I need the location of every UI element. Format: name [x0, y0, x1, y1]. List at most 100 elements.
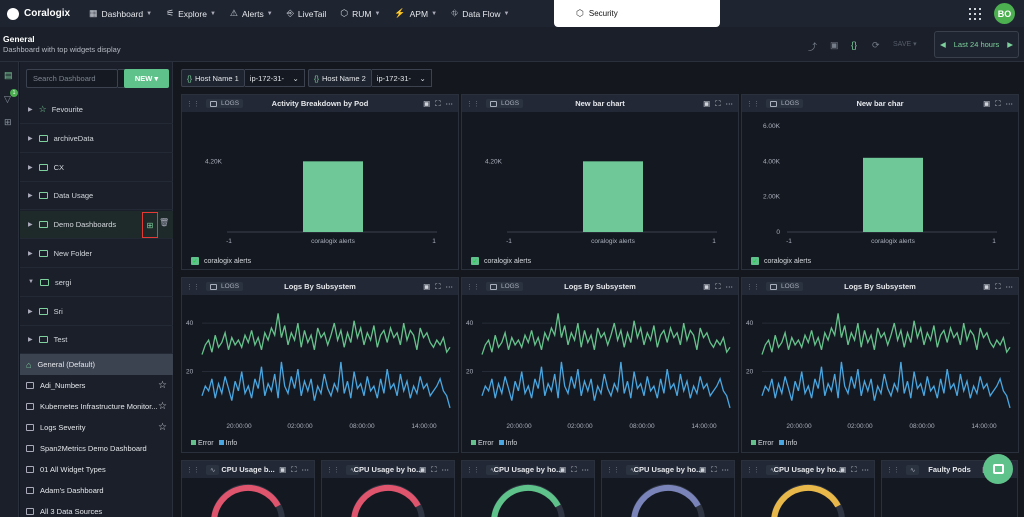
more-icon[interactable]: ⋯: [726, 99, 734, 109]
drag-handle-icon[interactable]: ⋮⋮: [886, 466, 900, 474]
chevron-right-icon[interactable]: ▶: [28, 336, 33, 343]
chart-legend[interactable]: ✓ coralogix alerts: [471, 257, 531, 265]
sidebar-folder[interactable]: ▶ Sri: [20, 298, 173, 326]
table-view-icon[interactable]: ▣: [559, 465, 566, 475]
next-range-icon[interactable]: ▶: [1007, 40, 1013, 49]
series-line-info[interactable]: [761, 361, 1011, 409]
variables-icon[interactable]: {}: [851, 40, 857, 50]
filter-value-select[interactable]: ip-172-31- ⌄: [371, 69, 432, 87]
save-button[interactable]: SAVE ▾: [893, 40, 917, 48]
nav-item-rum[interactable]: ⬡ RUM ▼: [340, 8, 380, 19]
legend-item[interactable]: Info: [218, 440, 237, 447]
table-view-icon[interactable]: ▣: [983, 282, 990, 292]
more-icon[interactable]: ⋯: [726, 282, 734, 292]
sidebar-dashboard-item[interactable]: Kubernetes Infrastructure Monitor... ☆: [20, 396, 173, 417]
trash-icon[interactable]: 🗑︎: [159, 218, 169, 227]
chevron-right-icon[interactable]: ▶: [28, 106, 33, 113]
widget[interactable]: ⋮⋮ ∿ CPU Usage by ho... ▣ ⛶ ⋯: [601, 460, 735, 517]
widget[interactable]: ⋮⋮ LOGS Logs By Subsystem ▣ ⛶ ⋯ 40 20 20:00:00 02…: [741, 277, 1019, 453]
coralogix-logo[interactable]: Coralogix: [7, 7, 89, 20]
fullscreen-icon[interactable]: ⛶: [435, 282, 440, 292]
star-icon[interactable]: ☆: [158, 380, 167, 391]
sidebar-folder[interactable]: ▼ sergi: [20, 269, 173, 297]
bar-coralogix-alerts[interactable]: [863, 157, 923, 232]
table-view-icon[interactable]: ▣: [419, 465, 426, 475]
widget[interactable]: ⋮⋮ LOGS Logs By Subsystem ▣ ⛶ ⋯ 40 20 20:00:00 02…: [181, 277, 459, 453]
fullscreen-icon[interactable]: ⛶: [995, 99, 1000, 109]
chevron-right-icon[interactable]: ▶: [28, 192, 33, 199]
drag-handle-icon[interactable]: ⋮⋮: [466, 100, 480, 108]
chevron-right-icon[interactable]: ▶: [28, 308, 33, 315]
series-line-error[interactable]: [481, 313, 731, 355]
export-icon[interactable]: ▣: [830, 40, 839, 51]
fullscreen-icon[interactable]: ⛶: [711, 465, 716, 475]
fullscreen-icon[interactable]: ⛶: [715, 99, 720, 109]
table-view-icon[interactable]: ▣: [983, 99, 990, 109]
more-icon[interactable]: ⋯: [446, 99, 454, 109]
drag-handle-icon[interactable]: ⋮⋮: [746, 466, 760, 474]
widget[interactable]: ⋮⋮ ∿ CPU Usage by ho... ▣ ⛶ ⋯: [321, 460, 455, 517]
sidebar-folder[interactable]: ▶ ☆ Fevourite: [20, 96, 173, 124]
sidebar-dashboard-item[interactable]: Adi_Numbers ☆: [20, 375, 173, 396]
share-icon[interactable]: ⤴: [808, 40, 817, 53]
prev-range-icon[interactable]: ◀: [940, 40, 946, 49]
chart-legend[interactable]: Error Info: [191, 440, 237, 447]
variable-filter-1[interactable]: {} Host Name 1 ip-172-31- ⌄: [181, 69, 305, 87]
dashboards-list-icon[interactable]: ▤: [4, 70, 13, 81]
chevron-right-icon[interactable]: ▶: [28, 221, 33, 228]
drag-handle-icon[interactable]: ⋮⋮: [326, 466, 340, 474]
legend-item[interactable]: Error: [191, 440, 214, 447]
more-icon[interactable]: ⋯: [722, 465, 730, 475]
legend-item[interactable]: Info: [498, 440, 517, 447]
fullscreen-icon[interactable]: ⛶: [995, 282, 1000, 292]
sidebar-folder[interactable]: ▶ archiveData: [20, 125, 173, 153]
sidebar-dashboard-item[interactable]: Span2Metrics Demo Dashboard: [20, 438, 173, 459]
table-view-icon[interactable]: ▣: [699, 465, 706, 475]
widget[interactable]: ⋮⋮ ∿ CPU Usage b... ▣ ⛶ ⋯: [181, 460, 315, 517]
more-icon[interactable]: ⋯: [582, 465, 590, 475]
fullscreen-icon[interactable]: ⛶: [715, 282, 720, 292]
checkbox-icon[interactable]: ✓: [471, 257, 479, 265]
checkbox-icon[interactable]: ✓: [751, 257, 759, 265]
new-button[interactable]: NEW ▾: [124, 69, 169, 88]
sidebar-dashboard-item[interactable]: Adam's Dashboard: [20, 480, 173, 501]
fullscreen-icon[interactable]: ⛶: [291, 465, 296, 475]
drag-handle-icon[interactable]: ⋮⋮: [466, 466, 480, 474]
chart-legend[interactable]: Error Info: [471, 440, 517, 447]
nav-item-apm[interactable]: ⚡ APM ▼: [394, 8, 437, 19]
star-icon[interactable]: ☆: [158, 422, 167, 433]
fullscreen-icon[interactable]: ⛶: [571, 465, 576, 475]
series-line-error[interactable]: [761, 313, 1011, 355]
more-icon[interactable]: ⋯: [1006, 282, 1014, 292]
chevron-right-icon[interactable]: ▶: [28, 164, 33, 171]
filter-value-select[interactable]: ip-172-31- ⌄: [244, 69, 305, 87]
drag-handle-icon[interactable]: ⋮⋮: [746, 283, 760, 291]
chart-legend[interactable]: ✓ coralogix alerts: [191, 257, 251, 265]
more-icon[interactable]: ⋯: [1006, 99, 1014, 109]
widget[interactable]: ⋮⋮ LOGS Logs By Subsystem ▣ ⛶ ⋯ 40 20 20:00:00 02…: [461, 277, 739, 453]
star-icon[interactable]: ☆: [158, 401, 167, 412]
table-view-icon[interactable]: ▣: [423, 99, 430, 109]
time-range-picker[interactable]: ◀ Last 24 hours ▶: [934, 31, 1019, 58]
table-view-icon[interactable]: ▣: [423, 282, 430, 292]
sidebar-dashboard-item[interactable]: All 3 Data Sources: [20, 501, 173, 517]
nav-item-dataflow[interactable]: ⛗ Data Flow ▼: [451, 8, 509, 19]
avatar[interactable]: BO: [994, 3, 1015, 24]
drag-handle-icon[interactable]: ⋮⋮: [606, 466, 620, 474]
drag-handle-icon[interactable]: ⋮⋮: [186, 100, 200, 108]
sidebar-folder[interactable]: ▶ CX: [20, 154, 173, 182]
apps-grid-icon[interactable]: [969, 8, 981, 20]
bar-coralogix-alerts[interactable]: [303, 161, 363, 232]
more-icon[interactable]: ⋯: [442, 465, 450, 475]
variable-filter-2[interactable]: {} Host Name 2 ip-172-31- ⌄: [308, 69, 432, 87]
sidebar-dashboard-item[interactable]: Logs Severity ☆: [20, 417, 173, 438]
more-icon[interactable]: ⋯: [862, 465, 870, 475]
sidebar-dashboard-item[interactable]: ⌂ General (Default): [20, 354, 173, 375]
widget[interactable]: ⋮⋮ LOGS Activity Breakdown by Pod ▣ ⛶ ⋯ 4.20K -…: [181, 94, 459, 270]
table-view-icon[interactable]: ▣: [703, 282, 710, 292]
nav-item-explore[interactable]: ⚟ Explore ▼: [166, 8, 216, 19]
series-line-info[interactable]: [481, 361, 731, 409]
widget[interactable]: ⋮⋮ LOGS New bar chart ▣ ⛶ ⋯ 4.20K -1 coralogix a…: [461, 94, 739, 270]
chevron-down-icon[interactable]: ▼: [28, 279, 34, 285]
drag-handle-icon[interactable]: ⋮⋮: [186, 283, 200, 291]
